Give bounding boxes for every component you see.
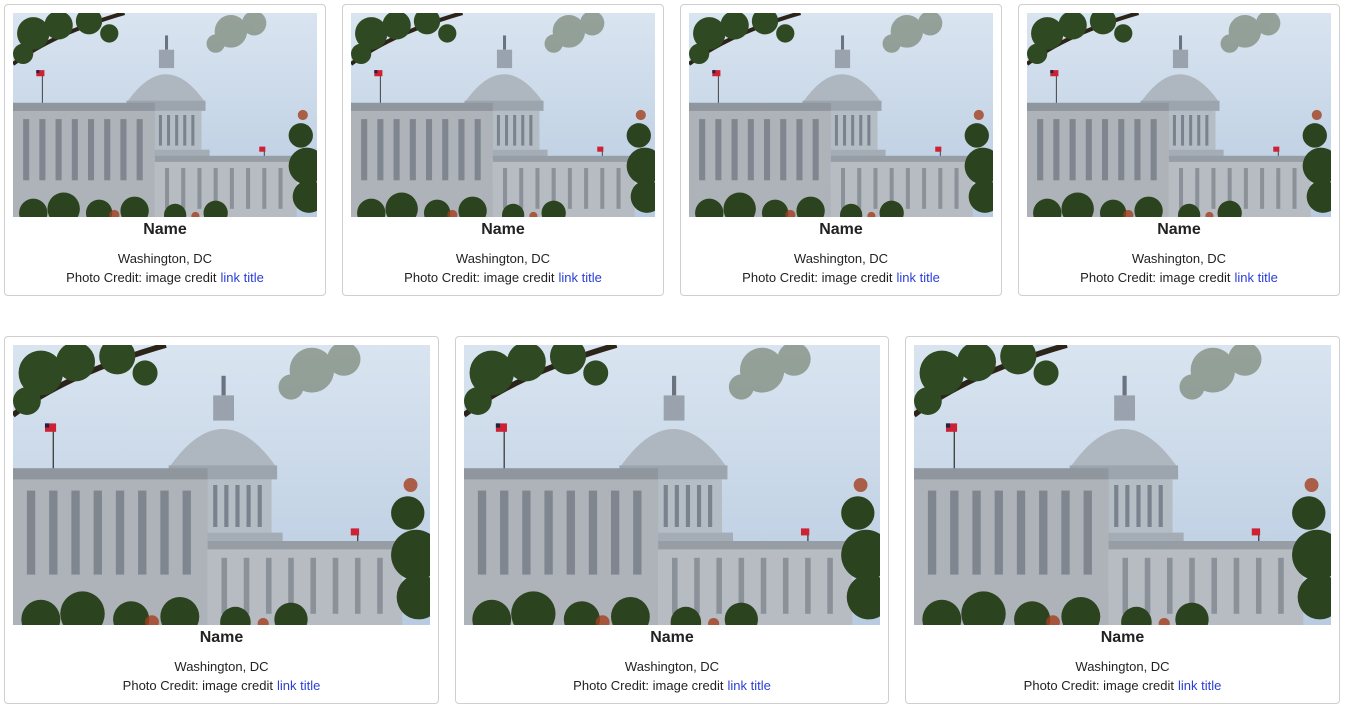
photo-credit: Photo Credit: image credit link title <box>343 270 663 285</box>
profile-card: Name Washington, DC Photo Credit: image … <box>4 336 439 704</box>
card-location: Washington, DC <box>793 251 889 266</box>
card-location: Washington, DC <box>117 251 213 266</box>
capitol-photo <box>351 13 655 217</box>
card-name: Name <box>481 221 525 238</box>
capitol-photo <box>13 13 317 217</box>
photo-credit-label: Photo Credit: image credit <box>1023 678 1174 693</box>
photo-credit-label: Photo Credit: image credit <box>1080 270 1231 285</box>
card-location: Washington, DC <box>455 251 551 266</box>
capitol-photo <box>1027 13 1331 217</box>
card-name: Name <box>1100 629 1145 646</box>
profile-card: Name Washington, DC Photo Credit: image … <box>342 4 664 296</box>
photo-credit: Photo Credit: image credit link title <box>456 678 888 693</box>
photo-credit-label: Photo Credit: image credit <box>66 270 217 285</box>
credit-link[interactable]: link title <box>727 678 770 693</box>
photo-credit: Photo Credit: image credit link title <box>5 678 438 693</box>
photo-credit: Photo Credit: image credit link title <box>681 270 1001 285</box>
credit-link[interactable]: link title <box>558 270 601 285</box>
photo-credit: Photo Credit: image credit link title <box>5 270 325 285</box>
credit-link[interactable]: link title <box>1234 270 1277 285</box>
card-name: Name <box>1157 221 1201 238</box>
profile-card: Name Washington, DC Photo Credit: image … <box>4 4 326 296</box>
card-location: Washington, DC <box>624 659 720 674</box>
card-location: Washington, DC <box>174 659 269 674</box>
card-name: Name <box>199 629 244 646</box>
credit-link[interactable]: link title <box>896 270 939 285</box>
photo-credit-label: Photo Credit: image credit <box>742 270 893 285</box>
credit-link[interactable]: link title <box>220 270 263 285</box>
photo-credit-label: Photo Credit: image credit <box>122 678 273 693</box>
capitol-photo <box>13 345 430 625</box>
photo-credit-label: Photo Credit: image credit <box>404 270 555 285</box>
profile-card: Name Washington, DC Photo Credit: image … <box>1018 4 1340 296</box>
profile-card: Name Washington, DC Photo Credit: image … <box>455 336 889 704</box>
profile-card: Name Washington, DC Photo Credit: image … <box>680 4 1002 296</box>
credit-link[interactable]: link title <box>1178 678 1221 693</box>
card-name: Name <box>819 221 863 238</box>
photo-credit: Photo Credit: image credit link title <box>1019 270 1339 285</box>
card-location: Washington, DC <box>1131 251 1227 266</box>
photo-credit-label: Photo Credit: image credit <box>573 678 724 693</box>
credit-link[interactable]: link title <box>277 678 320 693</box>
profile-card: Name Washington, DC Photo Credit: image … <box>905 336 1340 704</box>
capitol-photo <box>914 345 1331 625</box>
card-name: Name <box>650 629 694 646</box>
photo-credit: Photo Credit: image credit link title <box>906 678 1339 693</box>
capitol-photo <box>464 345 880 625</box>
capitol-photo <box>689 13 993 217</box>
card-name: Name <box>143 221 187 238</box>
card-location: Washington, DC <box>1075 659 1170 674</box>
